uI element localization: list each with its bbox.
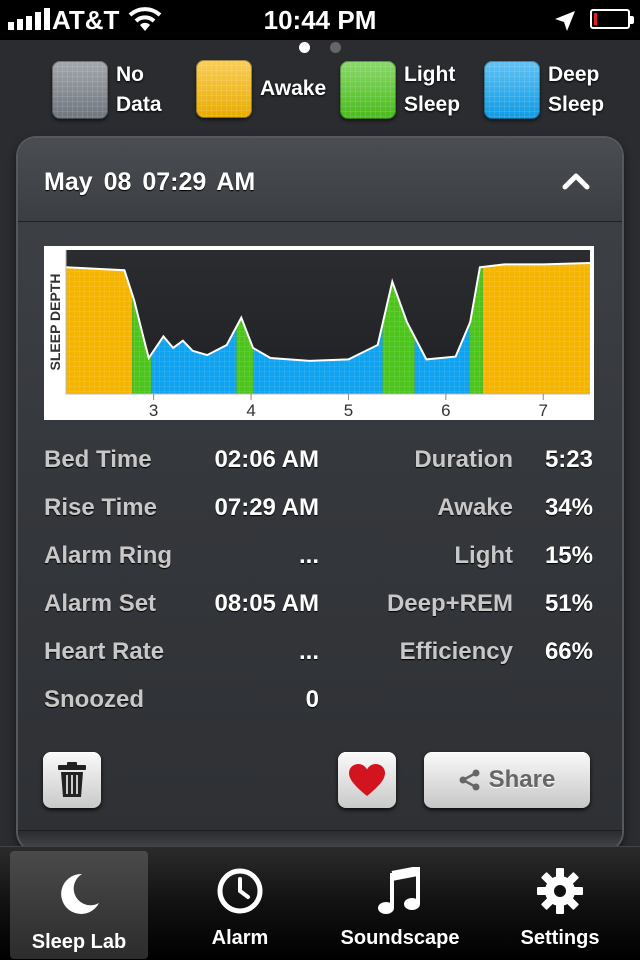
favorite-button[interactable] xyxy=(338,752,396,808)
stat-right-value: 34% xyxy=(544,494,593,521)
sleep-stats-right: Duration 5:23 Awake 34% Light 15% Deep+REM 51% E… xyxy=(368,438,593,678)
delete-button[interactable] xyxy=(43,752,101,808)
stat-right-label: Light xyxy=(454,542,513,569)
tab-label-soundscape: Soundscape xyxy=(340,927,460,949)
stat-right-label: Efficiency xyxy=(399,638,513,665)
stat-right-row: Duration 5:23 xyxy=(368,438,593,486)
stat-left-value: ... xyxy=(298,542,319,569)
sleep-stats-left: Bed Time 02:06 AM Rise Time 07:29 AM Alarm R… xyxy=(44,438,319,726)
chart-x-tick-label: 4 xyxy=(246,401,255,420)
stat-right-label: Duration xyxy=(414,446,513,473)
stat-left-value: 0 xyxy=(305,686,319,713)
tab-sleep-lab[interactable]: Sleep Lab xyxy=(10,851,148,959)
stat-right-row: Deep+REM 51% xyxy=(368,582,593,630)
tab-bar: Sleep Lab Alarm Soundscape Settings xyxy=(0,846,640,960)
moon-icon xyxy=(10,871,148,917)
legend-swatch-light-sleep xyxy=(340,61,396,119)
stat-left-row: Rise Time 07:29 AM xyxy=(44,486,319,534)
tab-label-settings: Settings xyxy=(520,927,600,949)
legend-swatch-no-data xyxy=(52,61,108,119)
stat-left-row: Snoozed 0 xyxy=(44,678,319,726)
stat-right-value: 15% xyxy=(544,542,593,569)
stat-left-label: Heart Rate xyxy=(44,638,165,665)
share-button[interactable]: Share xyxy=(424,752,590,808)
chevron-up-icon[interactable] xyxy=(562,172,590,195)
stat-right-label: Deep+REM xyxy=(386,590,513,617)
stat-right-value: 66% xyxy=(544,638,593,665)
stat-left-label: Snoozed xyxy=(44,686,144,713)
stat-left-label: Rise Time xyxy=(44,494,157,521)
location-arrow-icon xyxy=(554,8,576,39)
stat-left-row: Bed Time 02:06 AM xyxy=(44,438,319,486)
sleep-depth-chart: SLEEP DEPTH 3 4 5 6 7 xyxy=(44,246,594,420)
page-dot-1[interactable] xyxy=(299,41,310,53)
stat-left-value: 02:06 AM xyxy=(214,446,319,473)
legend-label-light-sleep: Light Sleep xyxy=(404,63,461,116)
music-note-icon xyxy=(320,867,480,915)
card-header[interactable]: May 08 07:29 AM xyxy=(18,138,622,222)
chart-x-tick-label: 5 xyxy=(344,401,353,420)
chart-stage-texture xyxy=(66,263,133,394)
tab-label-alarm: Alarm xyxy=(211,927,269,949)
legend-no-data: No Data xyxy=(52,60,162,120)
tab-settings[interactable]: Settings xyxy=(480,847,640,960)
battery-level xyxy=(594,13,598,25)
status-bar: AT&T 10:44 PM xyxy=(0,0,640,40)
share-icon xyxy=(459,769,480,791)
stat-left-row: Alarm Set 08:05 AM xyxy=(44,582,319,630)
battery-icon xyxy=(590,9,634,29)
stat-left-label: Alarm Set xyxy=(44,590,157,617)
stat-left-value: 08:05 AM xyxy=(214,590,319,617)
record-time: 07:29 AM xyxy=(142,168,256,196)
legend-swatch-deep-sleep xyxy=(484,61,540,119)
heart-icon xyxy=(349,764,385,796)
legend-awake: Awake xyxy=(196,60,326,118)
legend-label-awake: Awake xyxy=(260,77,327,100)
chart-x-tick-label: 6 xyxy=(441,401,450,420)
record-date: May 08 xyxy=(44,168,132,196)
legend-deep-sleep: Deep Sleep xyxy=(484,60,604,120)
chart-x-tick-label: 7 xyxy=(539,401,548,420)
legend-label-no-data: No Data xyxy=(116,63,162,116)
legend-light-sleep: Light Sleep xyxy=(340,60,460,120)
share-label: Share xyxy=(488,766,556,793)
gear-icon xyxy=(480,867,640,915)
stat-left-row: Heart Rate... xyxy=(44,630,319,678)
stat-right-value: 5:23 xyxy=(544,446,593,473)
legend-swatch-awake xyxy=(196,60,252,118)
clock-icon xyxy=(160,867,320,915)
sleep-record-card: May 08 07:29 AM SLEEP DEPTH 3 4 5 6 7 Bed Tim… xyxy=(18,138,622,850)
stat-left-value: ... xyxy=(298,638,319,665)
tab-label-sleep-lab: Sleep Lab xyxy=(31,931,127,953)
page-dot-2[interactable] xyxy=(330,41,341,53)
sleep-depth-chart-svg: SLEEP DEPTH 3 4 5 6 7 xyxy=(47,250,591,420)
stat-left-label: Alarm Ring xyxy=(44,542,173,569)
stat-left-row: Alarm Ring... xyxy=(44,534,319,582)
chart-y-axis-label: SLEEP DEPTH xyxy=(47,274,63,371)
legend-label-deep-sleep: Deep Sleep xyxy=(548,63,605,116)
status-time: 10:44 PM xyxy=(263,5,377,35)
stat-right-value: 51% xyxy=(544,590,593,617)
stat-right-row: Efficiency 66% xyxy=(368,630,593,678)
stat-right-row: Awake 34% xyxy=(368,486,593,534)
record-datetime: May 08 07:29 AM xyxy=(44,168,255,197)
page-indicator[interactable] xyxy=(0,40,640,54)
sleep-stage-legend: No Data Awake Light Sleep Deep Sleep xyxy=(0,58,640,128)
chart-x-tick-label: 3 xyxy=(149,401,158,420)
stat-left-value: 07:29 AM xyxy=(214,494,319,521)
trash-icon xyxy=(58,762,86,797)
tab-alarm[interactable]: Alarm xyxy=(160,847,320,960)
chart-stage-texture xyxy=(482,263,590,394)
stat-right-row: Light 15% xyxy=(368,534,593,582)
stat-left-label: Bed Time xyxy=(44,446,152,473)
stat-right-label: Awake xyxy=(437,494,513,521)
tab-soundscape[interactable]: Soundscape xyxy=(320,847,480,960)
